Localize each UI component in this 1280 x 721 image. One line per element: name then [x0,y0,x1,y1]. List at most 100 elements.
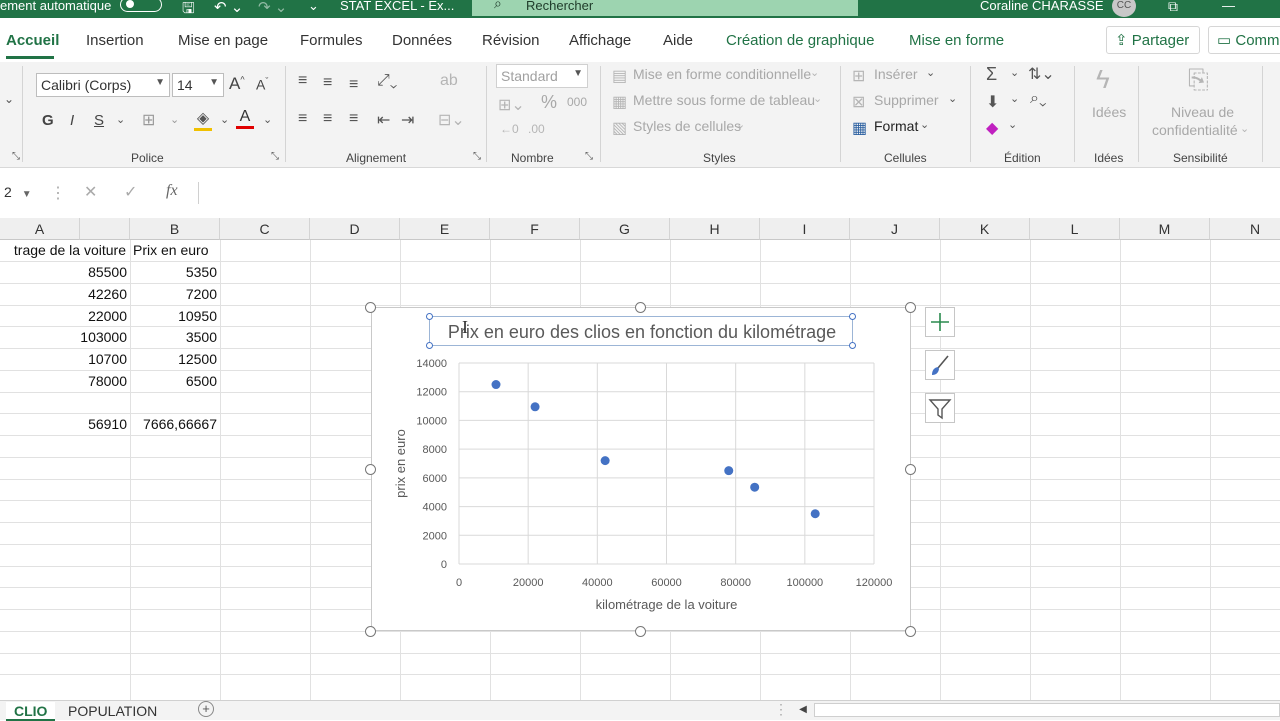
tab-formules[interactable]: Formules [300,32,363,49]
cell-styles-dropdown-icon[interactable]: ⌄ [736,118,745,131]
cell-a-row3[interactable]: 22000 [0,305,127,327]
chart-styles-button[interactable] [925,350,955,380]
cell-mean-b[interactable]: 7666,66667 [130,413,217,435]
font-dialog-launcher-icon[interactable]: ⤡ [271,151,279,162]
redo-icon[interactable]: ↷ ⌄ [258,0,287,16]
header-prix[interactable]: Prix en euro [133,239,219,261]
number-dialog-launcher-icon[interactable]: ⤡ [585,151,593,162]
insert-function-button[interactable]: fx [166,182,178,200]
customize-qat-icon[interactable]: ⌄ [308,0,319,14]
column-header-h[interactable]: H [670,218,760,240]
sheet-tab-clio[interactable]: CLIO [6,702,56,721]
clipboard-dropdown-icon[interactable]: ⌄ [4,92,14,106]
dialog-launcher-icon[interactable]: ⤡ [12,151,20,162]
name-box-dropdown-icon[interactable]: ▼ [22,189,32,200]
align-top-icon[interactable]: ≡ [298,72,307,90]
fill-icon[interactable]: ⬇ [986,92,999,112]
tab-creation-graphique[interactable]: Création de graphique [726,32,874,49]
format-dropdown-icon[interactable]: ⌄ [920,118,929,131]
search-box[interactable]: ⌕ Rechercher [472,0,858,16]
cell-b-row6[interactable]: 6500 [130,370,217,392]
chart-resize-handle-bl[interactable] [365,626,376,637]
borders-icon[interactable]: ⊞ [142,110,155,130]
undo-icon[interactable]: ↶ ⌄ [214,0,243,16]
comments-button[interactable]: ▭ Comm [1208,26,1280,54]
cell-b-row3[interactable]: 10950 [130,305,217,327]
tab-mise-en-page[interactable]: Mise en page [178,32,268,49]
cell-b-row2[interactable]: 7200 [130,283,217,305]
font-size-combo[interactable]: 14 ▼ [172,73,224,97]
cell-b-row4[interactable]: 3500 [130,326,217,348]
column-header-c[interactable]: C [220,218,310,240]
enter-icon[interactable]: ✓ [124,182,137,202]
column-header-f[interactable]: F [490,218,580,240]
table-format-button[interactable]: Mettre sous forme de tableau [633,92,815,108]
currency-icon[interactable]: ⊞⌄ [498,95,525,115]
scatter-chart[interactable]: 0 2000 4000 6000 8000 10000 12000 14000 0 20000 40… [371,307,911,631]
borders-dropdown-icon[interactable]: ⌄ [170,113,179,126]
chart-resize-handle-tr[interactable] [905,302,916,313]
formula-input[interactable] [198,182,1280,204]
horizontal-scrollbar[interactable] [814,703,1280,717]
align-bottom-icon[interactable]: ≡ [349,76,358,94]
cond-format-dropdown-icon[interactable]: ⌄ [810,66,819,79]
percent-button[interactable]: % [541,92,557,113]
format-button[interactable]: Format [874,118,918,134]
tab-affichage[interactable]: Affichage [569,32,631,49]
chart-title-selection[interactable] [429,316,853,346]
header-kilometrage[interactable]: trage de la voiture [0,239,126,261]
chart-filters-button[interactable] [925,393,955,423]
font-name-combo[interactable]: Calibri (Corps) ▼ [36,73,170,97]
ideas-icon[interactable]: ϟ [1096,64,1110,95]
align-middle-icon[interactable]: ≡ [323,74,332,92]
sensitivity-icon[interactable]: ⎘ [1188,64,1209,96]
sensitivity-dropdown-icon[interactable]: ⌄ [1240,122,1249,135]
cancel-icon[interactable]: ✕ [84,182,97,202]
conditional-format-button[interactable]: Mise en forme conditionnelle [633,66,811,82]
autosave-toggle[interactable] [120,0,162,12]
chart-resize-handle-tl[interactable] [365,302,376,313]
tab-donnees[interactable]: Données [392,32,452,49]
align-center-icon[interactable]: ≡ [323,110,332,128]
column-header-d[interactable]: D [310,218,400,240]
cell-a-row4[interactable]: 103000 [0,326,127,348]
ribbon-display-icon[interactable]: ⧉ [1168,0,1178,15]
font-color-dropdown-icon[interactable]: ⌄ [263,113,272,126]
align-right-icon[interactable]: ≡ [349,110,358,128]
insert-dropdown-icon[interactable]: ⌄ [926,66,935,79]
tab-insertion[interactable]: Insertion [86,32,144,49]
increase-indent-icon[interactable]: ⇥ [401,110,414,130]
chart-resize-handle-l[interactable] [365,464,376,475]
increase-decimal-icon[interactable]: ←0 [500,122,519,136]
underline-dropdown-icon[interactable]: ⌄ [116,113,125,126]
autosum-icon[interactable]: Σ [986,64,997,85]
avatar[interactable]: CC [1112,0,1136,17]
column-header-a[interactable]: A [0,218,80,240]
align-left-icon[interactable]: ≡ [298,110,307,128]
insert-button[interactable]: Insérer [874,66,918,82]
sheet-tab-population[interactable]: POPULATION [60,702,165,721]
minimize-icon[interactable]: — [1222,0,1235,13]
alignment-dialog-launcher-icon[interactable]: ⤡ [473,151,481,162]
delete-button[interactable]: Supprimer [874,92,939,108]
clear-icon[interactable]: ◆ [986,118,998,138]
tab-revision[interactable]: Révision [482,32,540,49]
chart-resize-handle-br[interactable] [905,626,916,637]
column-header-j[interactable]: J [850,218,940,240]
chart-elements-button[interactable] [925,307,955,337]
column-header-b[interactable]: B [130,218,220,240]
find-icon[interactable]: ⌕⌄ [1030,90,1047,108]
number-format-combo[interactable]: Standard ▼ [496,64,588,88]
column-header-g[interactable]: G [580,218,670,240]
tab-mise-en-forme[interactable]: Mise en forme [909,32,1004,49]
chart-resize-handle-b[interactable] [635,626,646,637]
decrease-indent-icon[interactable]: ⇤ [377,110,390,130]
cell-a-row6[interactable]: 78000 [0,370,127,392]
column-header-l[interactable]: L [1030,218,1120,240]
column-header-m[interactable]: M [1120,218,1210,240]
delete-dropdown-icon[interactable]: ⌄ [948,92,957,105]
chart-resize-handle-t[interactable] [635,302,646,313]
clear-dropdown-icon[interactable]: ⌄ [1008,118,1017,131]
cell-a-row2[interactable]: 42260 [0,283,127,305]
grow-font-icon[interactable]: A^ [229,74,245,94]
